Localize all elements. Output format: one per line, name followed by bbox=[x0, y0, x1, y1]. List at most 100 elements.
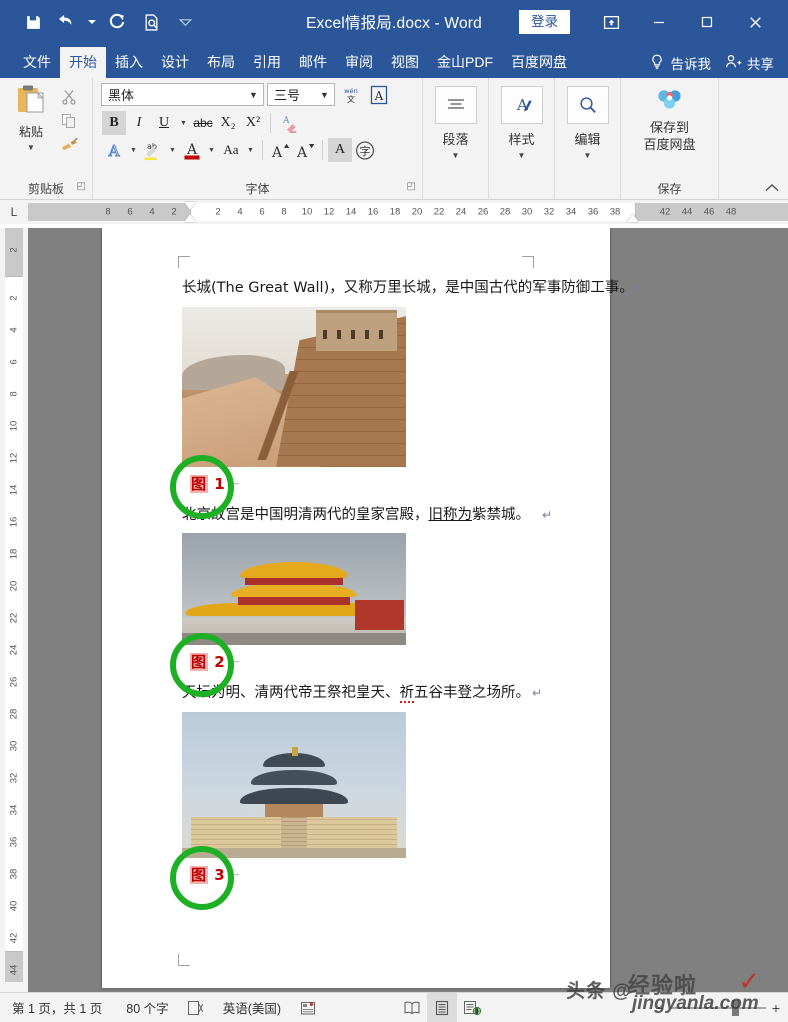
pilcrow-mark: ↵ bbox=[542, 507, 553, 522]
clipboard-dialog-launcher-icon[interactable]: ◰ bbox=[77, 177, 86, 196]
hanging-indent-marker[interactable] bbox=[184, 214, 196, 222]
ribbon-display-options-icon[interactable] bbox=[588, 6, 634, 38]
chevron-down-icon[interactable]: ▼ bbox=[244, 90, 263, 100]
language-label[interactable]: 英语(美国) bbox=[211, 998, 293, 1017]
document-scroll-area[interactable]: 长城(The Great Wall)，又称万里长城，是中国古代的军事防御工事。 ↵… bbox=[28, 228, 788, 992]
paragraph-dropdown-icon[interactable]: ▼ bbox=[452, 151, 460, 160]
character-shading-button[interactable]: A bbox=[328, 138, 352, 162]
text-highlight-button[interactable]: ab bbox=[141, 138, 165, 162]
horizontal-ruler[interactable]: 8 6 4 2 2 4 6 8 10 12 14 16 18 20 22 24 … bbox=[28, 202, 788, 222]
vertical-ruler[interactable]: 2 2 4 6 8 10 12 14 16 18 20 22 24 26 28 … bbox=[5, 228, 23, 982]
tab-file[interactable]: 文件 bbox=[14, 47, 60, 78]
tab-layout[interactable]: 布局 bbox=[198, 47, 244, 78]
zoom-in-button[interactable]: + bbox=[772, 1000, 780, 1016]
clear-formatting-button[interactable]: A bbox=[276, 111, 300, 135]
styles-dropdown-icon[interactable]: ▼ bbox=[518, 151, 526, 160]
tab-kingsoft-pdf[interactable]: 金山PDF bbox=[428, 47, 502, 78]
caption-2[interactable]: 图 2 ← bbox=[170, 633, 534, 698]
font-color-dropdown-icon[interactable]: ▼ bbox=[205, 147, 218, 154]
close-icon[interactable] bbox=[732, 6, 778, 38]
copy-icon[interactable] bbox=[58, 110, 80, 131]
print-preview-icon[interactable] bbox=[136, 7, 166, 37]
save-to-baidu-button[interactable]: 保存到 百度网盘 bbox=[643, 120, 695, 153]
font-color-button[interactable]: A bbox=[180, 138, 204, 162]
undo-dropdown-icon[interactable] bbox=[86, 7, 98, 37]
customize-qat-icon[interactable] bbox=[170, 7, 200, 37]
italic-button[interactable]: I bbox=[127, 111, 151, 135]
tab-insert[interactable]: 插入 bbox=[106, 47, 152, 78]
tell-me-button[interactable]: 告诉我 bbox=[650, 53, 711, 73]
underline-dropdown-icon[interactable]: ▼ bbox=[177, 120, 190, 127]
share-button[interactable]: 共享 bbox=[725, 53, 774, 73]
page-info-label[interactable]: 第 1 页，共 1 页 bbox=[0, 998, 114, 1017]
vruler-tick: 30 bbox=[8, 740, 20, 752]
cut-icon[interactable] bbox=[58, 86, 80, 107]
undo-icon[interactable] bbox=[52, 7, 82, 37]
great-wall-photo[interactable]: ↵ bbox=[182, 306, 406, 467]
minimize-icon[interactable] bbox=[636, 6, 682, 38]
baidu-netdisk-icon[interactable] bbox=[653, 84, 687, 117]
bold-button[interactable]: B bbox=[102, 111, 126, 135]
macro-record-icon[interactable] bbox=[293, 1000, 323, 1016]
caption-1[interactable]: 图 1 ← bbox=[170, 454, 534, 519]
format-painter-icon[interactable] bbox=[58, 134, 80, 155]
styles-button[interactable]: A bbox=[500, 86, 543, 124]
text-effects-button[interactable]: A bbox=[102, 138, 126, 162]
font-dialog-launcher-icon[interactable]: ◰ bbox=[407, 177, 416, 196]
paragraph-button[interactable] bbox=[434, 86, 477, 124]
character-border-icon[interactable]: A bbox=[366, 83, 391, 106]
first-line-indent-marker[interactable] bbox=[184, 202, 196, 210]
tab-review[interactable]: 审阅 bbox=[336, 47, 382, 78]
web-layout-icon[interactable] bbox=[457, 1000, 487, 1016]
paragraph-1[interactable]: 长城(The Great Wall)，又称万里长城，是中国古代的军事防御工事。 ↵ bbox=[182, 276, 646, 301]
document-content[interactable]: 长城(The Great Wall)，又称万里长城，是中国古代的军事防御工事。 ↵… bbox=[170, 276, 646, 910]
ruler-tick: 44 bbox=[681, 206, 693, 218]
font-name-combo[interactable]: 黑体 ▼ bbox=[101, 83, 264, 106]
print-layout-icon[interactable] bbox=[427, 993, 458, 1022]
read-mode-icon[interactable] bbox=[397, 1000, 427, 1016]
tab-design[interactable]: 设计 bbox=[152, 47, 198, 78]
redo-icon[interactable] bbox=[102, 7, 132, 37]
paragraph-3[interactable]: 天坛为明、清两代帝王祭祀皇天、祈五谷丰登之场所。 ↵ bbox=[182, 681, 542, 706]
paste-dropdown-icon[interactable]: ▼ bbox=[27, 143, 35, 152]
phonetic-guide-icon[interactable]: wén 文 bbox=[338, 83, 363, 106]
shrink-font-button[interactable]: A bbox=[293, 138, 317, 162]
underline-button[interactable]: U bbox=[152, 111, 176, 135]
editing-button[interactable] bbox=[566, 86, 609, 124]
editing-dropdown-icon[interactable]: ▼ bbox=[584, 151, 592, 160]
grow-font-button[interactable]: A bbox=[268, 138, 292, 162]
zoom-slider[interactable] bbox=[669, 999, 766, 1016]
caption-3[interactable]: 图 3 ← bbox=[170, 845, 534, 910]
tab-home[interactable]: 开始 bbox=[60, 46, 106, 78]
change-case-button[interactable]: Aa bbox=[219, 138, 243, 162]
text-effects-dropdown-icon[interactable]: ▼ bbox=[127, 147, 140, 154]
proofing-errors-icon[interactable] bbox=[181, 1000, 211, 1016]
strikethrough-button[interactable]: abc bbox=[191, 111, 215, 135]
quick-access-toolbar bbox=[0, 7, 200, 37]
tab-references[interactable]: 引用 bbox=[244, 47, 290, 78]
superscript-button[interactable]: X² bbox=[241, 111, 265, 135]
text-highlight-dropdown-icon[interactable]: ▼ bbox=[166, 147, 179, 154]
enclose-character-button[interactable]: 字 bbox=[353, 138, 377, 162]
tab-view[interactable]: 视图 bbox=[382, 47, 428, 78]
save-icon[interactable] bbox=[18, 7, 48, 37]
font-size-combo[interactable]: 三号 ▼ bbox=[267, 83, 335, 106]
subscript-button[interactable]: X₂ bbox=[216, 111, 240, 135]
zoom-out-button[interactable]: − bbox=[656, 1000, 664, 1016]
sign-in-button[interactable]: 登录 bbox=[519, 9, 570, 35]
right-indent-marker[interactable] bbox=[627, 214, 639, 222]
collapse-ribbon-icon[interactable] bbox=[764, 182, 780, 197]
paste-button[interactable]: 粘贴 ▼ bbox=[6, 83, 56, 152]
document-page[interactable]: 长城(The Great Wall)，又称万里长城，是中国古代的军事防御工事。 ↵… bbox=[102, 228, 646, 988]
forbidden-city-photo[interactable]: ↵ bbox=[182, 533, 406, 646]
tab-baidu-netdisk[interactable]: 百度网盘 bbox=[502, 47, 576, 78]
paragraph-2[interactable]: 北京故宫是中国明清两代的皇家宫殿，旧称为紫禁城。 ↵ bbox=[182, 503, 552, 528]
maximize-icon[interactable] bbox=[684, 6, 730, 38]
tab-stop-selector[interactable]: L bbox=[0, 200, 28, 224]
temple-of-heaven-photo[interactable]: ↵ bbox=[182, 711, 406, 858]
tab-mailings[interactable]: 邮件 bbox=[290, 47, 336, 78]
word-count-label[interactable]: 80 个字 bbox=[114, 998, 180, 1017]
chevron-down-icon[interactable]: ▼ bbox=[315, 90, 334, 100]
change-case-dropdown-icon[interactable]: ▼ bbox=[244, 147, 257, 154]
zoom-slider-thumb[interactable] bbox=[731, 999, 739, 1016]
